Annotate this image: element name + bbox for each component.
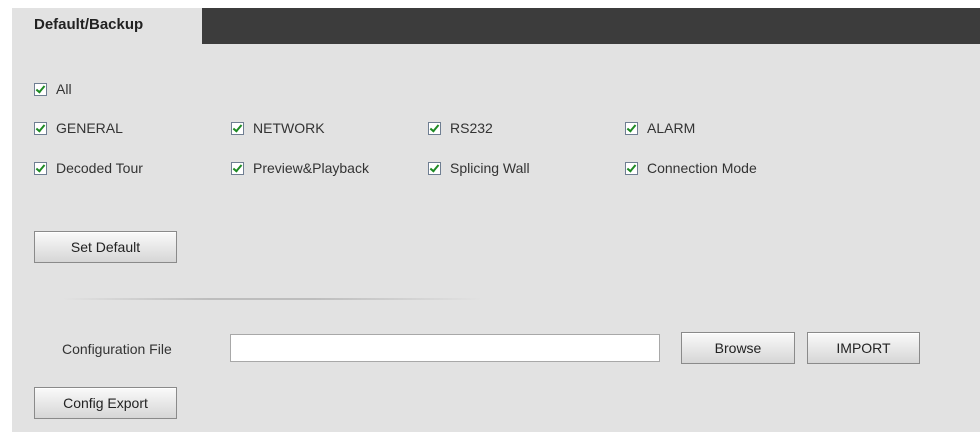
checkbox-preview-playback[interactable]: Preview&Playback <box>231 159 369 177</box>
checkbox-splicing-wall-box[interactable] <box>428 161 441 175</box>
checkbox-alarm[interactable]: ALARM <box>625 119 695 137</box>
checkbox-decoded-tour[interactable]: Decoded Tour <box>34 159 143 177</box>
checkmark-icon <box>232 121 243 133</box>
checkmark-icon <box>35 121 46 133</box>
checkbox-connection-mode-box[interactable] <box>625 161 638 175</box>
config-export-button[interactable]: Config Export <box>34 387 177 419</box>
checkmark-icon <box>429 121 440 133</box>
checkbox-rs232-box[interactable] <box>428 121 441 135</box>
checkbox-general[interactable]: GENERAL <box>34 119 123 137</box>
checkbox-splicing-wall-label: Splicing Wall <box>450 160 530 176</box>
checkbox-decoded-tour-label: Decoded Tour <box>56 160 143 176</box>
import-button[interactable]: IMPORT <box>807 332 920 364</box>
checkbox-all-box[interactable] <box>34 82 47 96</box>
checkbox-preview-playback-label: Preview&Playback <box>253 160 369 176</box>
checkmark-icon <box>232 161 243 173</box>
configuration-file-label: Configuration File <box>62 341 172 357</box>
checkbox-rs232-label: RS232 <box>450 120 493 136</box>
configuration-file-input[interactable] <box>230 334 660 362</box>
browse-button[interactable]: Browse <box>681 332 795 364</box>
checkbox-connection-mode-label: Connection Mode <box>647 160 757 176</box>
checkbox-all[interactable]: All <box>34 80 72 98</box>
checkmark-icon <box>429 161 440 173</box>
checkbox-general-label: GENERAL <box>56 120 123 136</box>
checkbox-splicing-wall[interactable]: Splicing Wall <box>428 159 530 177</box>
default-backup-panel: Default/Backup All GENERAL NETWORK RS232… <box>12 8 980 432</box>
tab-bar: Default/Backup <box>12 8 980 44</box>
checkbox-connection-mode[interactable]: Connection Mode <box>625 159 757 177</box>
tab-default-backup[interactable]: Default/Backup <box>12 8 202 44</box>
checkbox-alarm-label: ALARM <box>647 120 696 136</box>
checkbox-decoded-tour-box[interactable] <box>34 161 47 175</box>
checkbox-all-label: All <box>56 81 72 97</box>
checkbox-network[interactable]: NETWORK <box>231 119 325 137</box>
set-default-button[interactable]: Set Default <box>34 231 177 263</box>
checkmark-icon <box>35 82 46 94</box>
checkbox-general-box[interactable] <box>34 121 47 135</box>
checkmark-icon <box>626 121 637 133</box>
checkmark-icon <box>626 161 637 173</box>
checkmark-icon <box>35 161 46 173</box>
checkbox-alarm-box[interactable] <box>625 121 638 135</box>
checkbox-rs232[interactable]: RS232 <box>428 119 493 137</box>
checkbox-network-label: NETWORK <box>253 120 325 136</box>
section-divider <box>62 298 482 300</box>
checkbox-preview-playback-box[interactable] <box>231 161 244 175</box>
checkbox-network-box[interactable] <box>231 121 244 135</box>
